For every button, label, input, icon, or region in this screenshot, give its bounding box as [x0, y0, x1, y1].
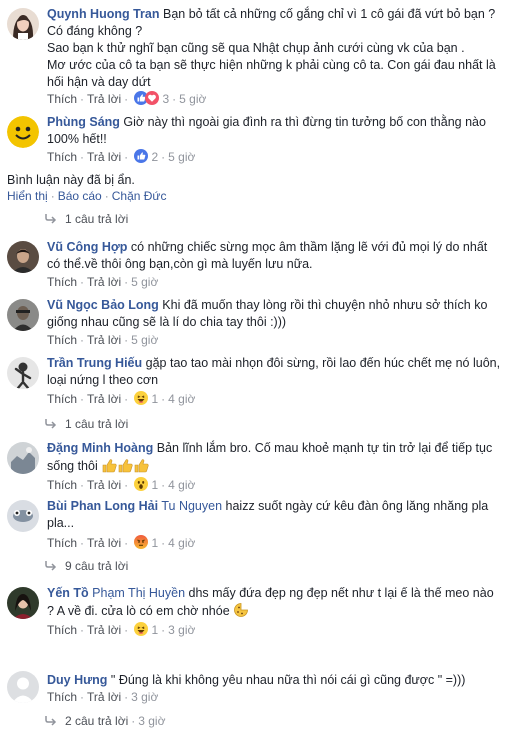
- view-replies-link[interactable]: 9 câu trả lời: [45, 559, 128, 575]
- like-link[interactable]: Thích: [47, 392, 77, 406]
- reaction-count: 3: [162, 92, 170, 106]
- reply-link[interactable]: Trả lời: [87, 623, 121, 637]
- reply-link[interactable]: Trả lời: [87, 150, 121, 164]
- timestamp[interactable]: 5 giờ: [168, 150, 195, 164]
- hidden-comment-note: Bình luận này đã bị ẩn.: [7, 173, 135, 187]
- reply-count: 1 câu trả lời: [65, 212, 129, 226]
- like-link[interactable]: Thích: [47, 275, 77, 289]
- comment-actions: Thích · Trả lời · 1 · 4 giờ: [47, 535, 196, 550]
- comment-body: Bùi Phan Long Hải Tu Nguyen haizz suốt n…: [47, 498, 501, 532]
- comment-text: " Đúng là khi không yêu nhau nữa thì nói…: [110, 673, 466, 687]
- like-link[interactable]: Thích: [47, 478, 77, 492]
- comment-actions: Thích · Trả lời · 1 · 4 giờ: [47, 477, 196, 492]
- timestamp[interactable]: 3 giờ: [168, 623, 195, 637]
- timestamp[interactable]: 5 giờ: [131, 333, 158, 347]
- comment-actions: Thích · Trả lời · 5 giờ: [47, 275, 159, 289]
- reply-link[interactable]: Trả lời: [87, 536, 121, 550]
- like-icon[interactable]: [134, 149, 149, 163]
- like-link[interactable]: Thích: [47, 536, 77, 550]
- like-link[interactable]: Thích: [47, 150, 77, 164]
- comment-body: Vũ Ngọc Bảo Long Khi đã muốn thay lòng r…: [47, 297, 501, 331]
- cookie-emoji-icon: [233, 602, 249, 623]
- reaction-count: 1: [151, 478, 159, 492]
- reply-link[interactable]: Trả lời: [87, 275, 121, 289]
- avatar[interactable]: [7, 500, 39, 532]
- view-replies-link[interactable]: 1 câu trả lời: [45, 212, 128, 228]
- show-link[interactable]: Hiển thị: [7, 189, 48, 203]
- avatar[interactable]: [7, 357, 39, 389]
- comment-body: Phùng Sáng Giờ này thì ngoài gia đình ra…: [47, 114, 501, 148]
- avatar[interactable]: [7, 587, 39, 619]
- timestamp[interactable]: 4 giờ: [168, 478, 195, 492]
- comment-body: Vũ Công Hợp có những chiếc sừng mọc âm t…: [47, 239, 501, 273]
- comment-author[interactable]: Vũ Công Hợp: [47, 240, 127, 254]
- timestamp[interactable]: 4 giờ: [168, 536, 195, 550]
- comment-author[interactable]: Vũ Ngọc Bảo Long: [47, 298, 159, 312]
- angry-icon[interactable]: [134, 535, 149, 549]
- comment-actions: Thích · Trả lời · 3 giờ: [47, 690, 159, 704]
- comment-author[interactable]: Duy Hưng: [47, 673, 107, 687]
- reaction-count: 2: [151, 150, 159, 164]
- reply-arrow-icon: [45, 213, 57, 228]
- comment-author[interactable]: Yến Tồ: [47, 586, 89, 600]
- avatar[interactable]: [7, 8, 39, 40]
- haha-icon[interactable]: [134, 622, 149, 636]
- reply-count: 2 câu trả lời: [65, 714, 129, 728]
- comment-author[interactable]: Phùng Sáng: [47, 115, 120, 129]
- reaction-count: 1: [151, 623, 159, 637]
- heart-icon[interactable]: [145, 91, 160, 105]
- comment-author[interactable]: Bùi Phan Long Hải: [47, 499, 158, 513]
- comment-actions: Thích · Trả lời · 2 · 5 giờ: [47, 149, 196, 164]
- reply-arrow-icon: [45, 560, 57, 575]
- comment-actions: Thích · Trả lời · 1 · 3 giờ: [47, 622, 196, 637]
- reply-link[interactable]: Trả lời: [87, 333, 121, 347]
- comment-author[interactable]: Đặng Minh Hoàng: [47, 441, 153, 455]
- timestamp[interactable]: 3 giờ: [131, 690, 158, 704]
- reply-link[interactable]: Trả lời: [87, 478, 121, 492]
- comment-body: Trần Trung Hiếu gặp tao tao mài nhọn đôi…: [47, 355, 501, 389]
- timestamp[interactable]: 4 giờ: [168, 392, 195, 406]
- comment-actions: Thích · Trả lời · 1 · 4 giờ: [47, 391, 196, 406]
- avatar[interactable]: [7, 299, 39, 331]
- comment-body: Duy Hưng " Đúng là khi không yêu nhau nữ…: [47, 672, 501, 689]
- thumbs-up-emoji-icon: [101, 457, 149, 478]
- comment-body: Yến Tồ Phạm Thị Huyền dhs mấy đứa đẹp ng…: [47, 585, 501, 623]
- timestamp[interactable]: 5 giờ: [179, 92, 206, 106]
- comment-actions: Thích · Trả lời · 3 · 5 giờ: [47, 91, 207, 106]
- avatar[interactable]: [7, 116, 39, 148]
- comment-actions: Thích · Trả lời · 5 giờ: [47, 333, 159, 347]
- like-link[interactable]: Thích: [47, 92, 77, 106]
- view-replies-link[interactable]: 2 câu trả lời · 3 giờ: [45, 714, 165, 730]
- reaction-count: 1: [151, 392, 159, 406]
- report-link[interactable]: Báo cáo: [58, 189, 102, 203]
- comment-author[interactable]: Trần Trung Hiếu: [47, 356, 142, 370]
- hidden-comment-actions: Hiển thị · Báo cáo · Chặn Đức: [7, 189, 167, 203]
- avatar[interactable]: [7, 442, 39, 474]
- reply-link[interactable]: Trả lời: [87, 392, 121, 406]
- reply-arrow-icon: [45, 715, 57, 730]
- avatar[interactable]: [7, 241, 39, 273]
- reply-link[interactable]: Trả lời: [87, 92, 121, 106]
- like-link[interactable]: Thích: [47, 623, 77, 637]
- like-link[interactable]: Thích: [47, 333, 77, 347]
- block-link[interactable]: Chặn Đức: [112, 189, 167, 203]
- comment-body: Quynh Huong Tran Bạn bỏ tất cả những cố …: [47, 6, 501, 91]
- reply-link[interactable]: Trả lời: [87, 690, 121, 704]
- comment-author[interactable]: Quynh Huong Tran: [47, 7, 160, 21]
- timestamp[interactable]: 5 giờ: [131, 275, 158, 289]
- mentioned-user[interactable]: Phạm Thị Huyền: [92, 586, 185, 600]
- reply-count: 1 câu trả lời: [65, 417, 129, 431]
- mentioned-user[interactable]: Tu Nguyen: [161, 499, 222, 513]
- view-replies-link[interactable]: 1 câu trả lời: [45, 417, 128, 433]
- reply-arrow-icon: [45, 418, 57, 433]
- like-link[interactable]: Thích: [47, 690, 77, 704]
- reply-timestamp[interactable]: 3 giờ: [138, 714, 165, 728]
- comment-body: Đặng Minh Hoàng Bản lĩnh lắm bro. Cố mau…: [47, 440, 501, 478]
- reaction-count: 1: [151, 536, 159, 550]
- reply-count: 9 câu trả lời: [65, 559, 129, 573]
- avatar[interactable]: [7, 671, 39, 703]
- haha-icon[interactable]: [134, 391, 149, 405]
- wow-icon[interactable]: [134, 477, 149, 491]
